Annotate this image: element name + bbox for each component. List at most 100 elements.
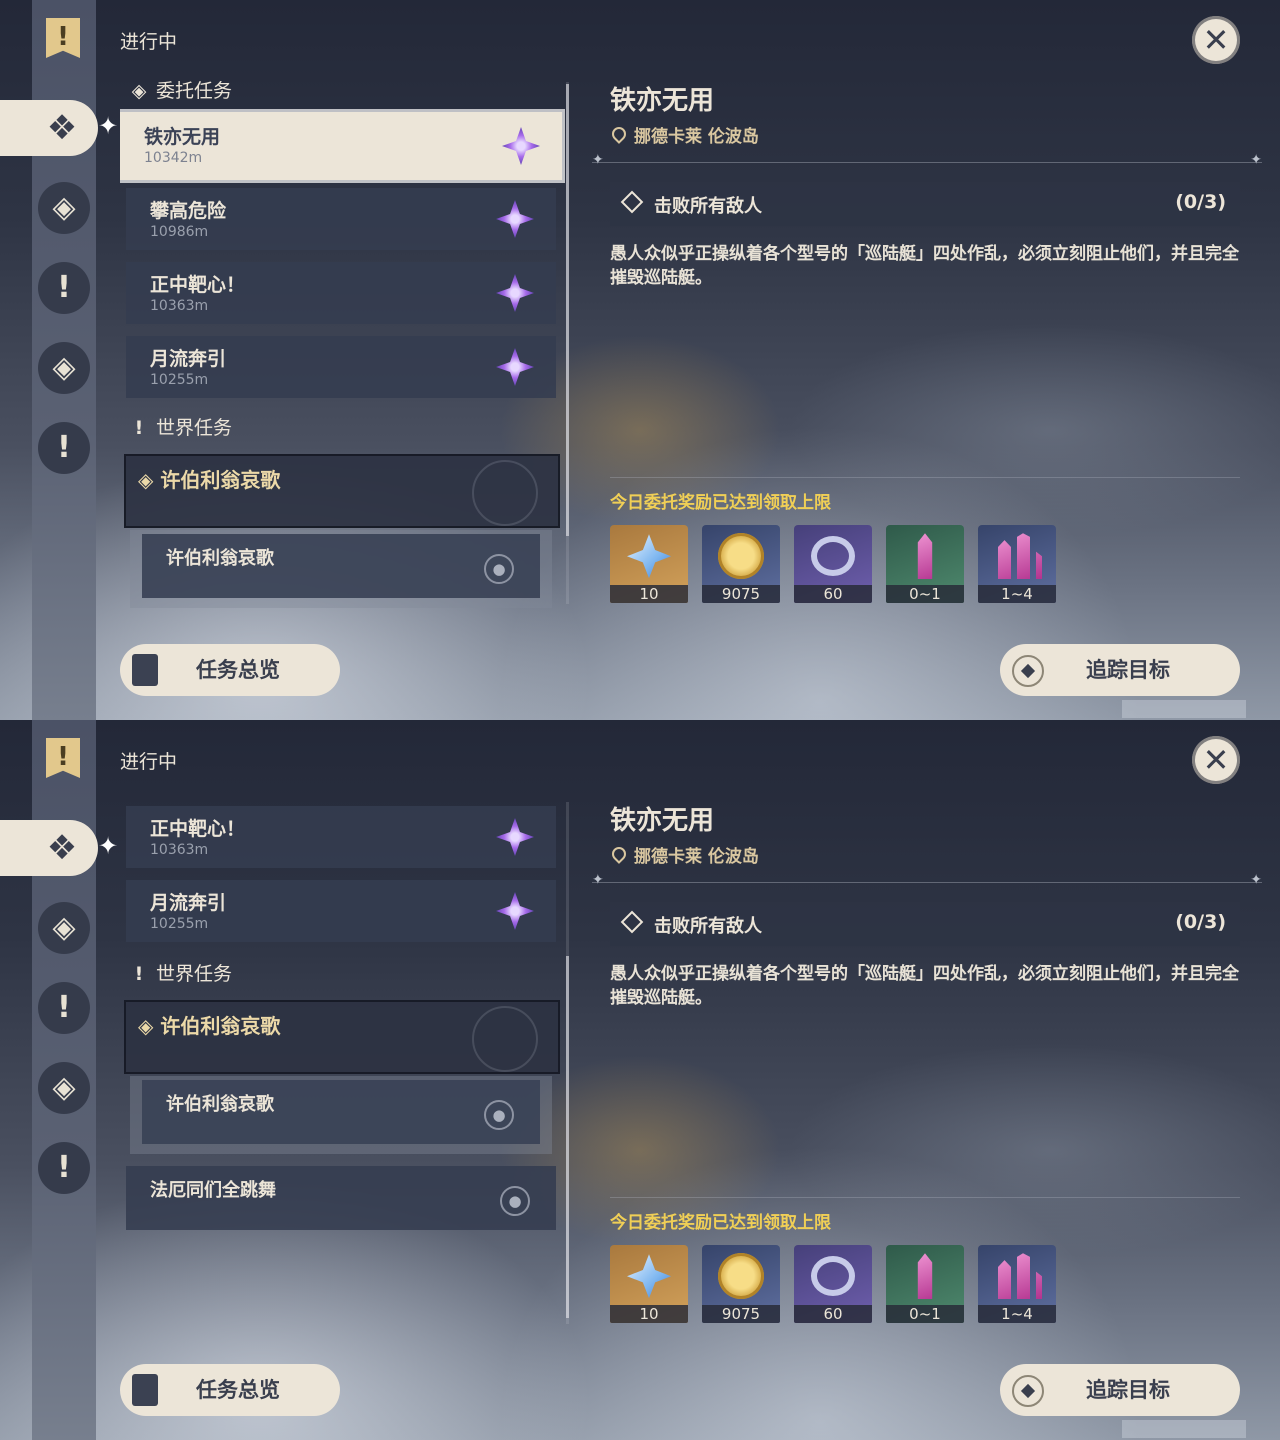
close-icon: ✕ — [1202, 741, 1230, 779]
reward-count: 1~4 — [978, 1305, 1056, 1323]
commission-card[interactable]: 攀高危险 10986m — [126, 188, 556, 250]
reward-item[interactable]: 10 — [610, 525, 688, 603]
reward-item[interactable]: 0~1 — [886, 525, 964, 603]
commission-star-icon — [496, 200, 534, 238]
commission-card[interactable]: 正中靶心！ 10363m — [126, 262, 556, 324]
quest-list[interactable]: ◈ 委托任务 铁亦无用 10342m 攀高危险 10986m 正中靶心！ 1036… — [120, 78, 565, 618]
quest-overview-button[interactable]: 任务总览 — [120, 1364, 340, 1416]
world-quest-title: ◈ 许伯利翁哀歌 — [138, 1014, 281, 1038]
commission-card-selected[interactable]: 铁亦无用 10342m — [120, 112, 562, 180]
world-quest-section-icon: ! — [134, 417, 144, 439]
card-distance: 10255m — [150, 916, 209, 932]
commission-icon: ❖ — [46, 108, 78, 148]
objective-diamond-icon — [620, 190, 644, 214]
quest-step-name: 许伯利翁哀歌 — [166, 1094, 274, 1115]
tab-events[interactable]: ! — [38, 422, 90, 474]
location-pin-icon — [609, 124, 629, 144]
quest-description: 愚人众似乎正操纵着各个型号的「巡陆艇」四处作乱，必须立刻阻止他们，并且完全摧毁巡… — [610, 244, 1239, 288]
commission-card[interactable]: 月流奔引 10255m — [126, 880, 556, 942]
reward-count: 0~1 — [886, 585, 964, 603]
quest-screen-2: ! ❖ ✦ ◈ ! ◈ ! 进行中 ✕ 正中靶心！ 10363m 月流奔引 10… — [0, 720, 1280, 1440]
objective-progress: (0/3) — [1175, 191, 1226, 213]
reward-item[interactable]: 9075 — [702, 525, 780, 603]
quest-description: 愚人众似乎正操纵着各个型号的「巡陆艇」四处作乱，必须立刻阻止他们，并且完全摧毁巡… — [610, 964, 1239, 1008]
reward-count: 9075 — [702, 585, 780, 603]
objective-text: 击败所有敌人 — [654, 916, 762, 937]
world-quest-title: ◈ 许伯利翁哀歌 — [138, 468, 281, 492]
reward-item[interactable]: 60 — [794, 525, 872, 603]
track-label: 追踪目标 — [1086, 1378, 1170, 1402]
track-objective-button[interactable]: 追踪目标 — [1000, 1364, 1240, 1416]
commission-card[interactable]: 月流奔引 10255m — [126, 336, 556, 398]
tab-events[interactable]: ! — [38, 1142, 90, 1194]
sparkle-icon: ✦ — [98, 832, 119, 860]
tab-archon-quests[interactable]: ◈ — [38, 182, 90, 234]
reward-divider — [610, 477, 1240, 478]
reward-item[interactable]: 60 — [794, 1245, 872, 1323]
reward-item[interactable]: 0~1 — [886, 1245, 964, 1323]
section-world-quests: ! 世界任务 — [128, 961, 232, 987]
overview-label: 任务总览 — [196, 658, 280, 682]
crystal-cluster-icon — [998, 1253, 1042, 1300]
tab-world-quests[interactable]: ! — [38, 262, 90, 314]
commission-icon: ❖ — [46, 828, 78, 868]
world-quest-card[interactable]: ◈ 许伯利翁哀歌 — [124, 454, 560, 528]
card-distance: 10363m — [150, 298, 209, 314]
map-pin-icon[interactable]: ● — [484, 554, 514, 584]
objective-text: 击败所有敌人 — [654, 196, 762, 217]
quest-list[interactable]: 正中靶心！ 10363m 月流奔引 10255m ! 世界任务 ◈ 许伯利翁哀歌 … — [120, 798, 565, 1338]
card-name: 月流奔引 — [150, 348, 227, 370]
tab-world-quests[interactable]: ! — [38, 982, 90, 1034]
quest-step-card[interactable]: 许伯利翁哀歌 ● — [142, 534, 540, 598]
reward-item[interactable]: 10 — [610, 1245, 688, 1323]
reward-count: 60 — [794, 585, 872, 603]
primogem-icon — [627, 1254, 671, 1299]
adventure-exp-icon — [811, 1256, 855, 1297]
quest-step-card[interactable]: 许伯利翁哀歌 ● — [142, 1080, 540, 1144]
adventure-exp-icon — [811, 536, 855, 577]
quest-emblem-icon — [472, 1006, 538, 1072]
reward-item[interactable]: 9075 — [702, 1245, 780, 1323]
bottom-hint-bar — [1122, 700, 1246, 718]
card-distance: 10363m — [150, 842, 209, 858]
list-scroll-thumb[interactable] — [566, 84, 569, 536]
list-scroll-thumb[interactable] — [566, 956, 569, 1318]
commission-card[interactable]: 正中靶心！ 10363m — [126, 806, 556, 868]
quest-location: 挪德卡莱 伦波岛 — [609, 842, 759, 867]
quest-title: 铁亦无用 — [610, 86, 715, 116]
reward-item[interactable]: 1~4 — [978, 525, 1056, 603]
card-distance: 10342m — [144, 150, 203, 166]
tab-archon-quests[interactable]: ◈ — [38, 902, 90, 954]
commission-section-icon: ◈ — [131, 80, 147, 102]
crystal-cluster-icon — [998, 533, 1042, 580]
world-quest-card[interactable]: ◈ 许伯利翁哀歌 — [124, 1000, 560, 1074]
title-divider — [592, 152, 1262, 168]
map-pin-icon[interactable]: ● — [500, 1186, 530, 1216]
tab-story-quests[interactable]: ◈ — [38, 1062, 90, 1114]
quest-title: 铁亦无用 — [610, 806, 715, 836]
reward-count: 60 — [794, 1305, 872, 1323]
reward-divider — [610, 1197, 1240, 1198]
quest-book-icon — [132, 654, 158, 686]
close-button[interactable]: ✕ — [1192, 736, 1240, 784]
quest-location: 挪德卡莱 伦波岛 — [609, 122, 759, 147]
overview-label: 任务总览 — [196, 1378, 280, 1402]
quest-step-wrapper: 许伯利翁哀歌 ● — [130, 530, 552, 608]
reward-limit-notice: 今日委托奖励已达到领取上限 — [610, 493, 831, 513]
reward-count: 10 — [610, 585, 688, 603]
map-pin-icon[interactable]: ● — [484, 1100, 514, 1130]
reward-count: 9075 — [702, 1305, 780, 1323]
world-quest-card[interactable]: 法厄同们全跳舞 ● — [126, 1166, 556, 1230]
reward-item[interactable]: 1~4 — [978, 1245, 1056, 1323]
quest-book-icon — [132, 1374, 158, 1406]
card-distance: 10986m — [150, 224, 209, 240]
track-objective-button[interactable]: 追踪目标 — [1000, 644, 1240, 696]
quest-overview-button[interactable]: 任务总览 — [120, 644, 340, 696]
status-label: 进行中 — [120, 31, 178, 53]
title-divider — [592, 872, 1262, 888]
commission-star-icon — [502, 127, 540, 165]
close-button[interactable]: ✕ — [1192, 16, 1240, 64]
commission-star-icon — [496, 274, 534, 312]
tab-story-quests[interactable]: ◈ — [38, 342, 90, 394]
objective-diamond-icon — [620, 910, 644, 934]
